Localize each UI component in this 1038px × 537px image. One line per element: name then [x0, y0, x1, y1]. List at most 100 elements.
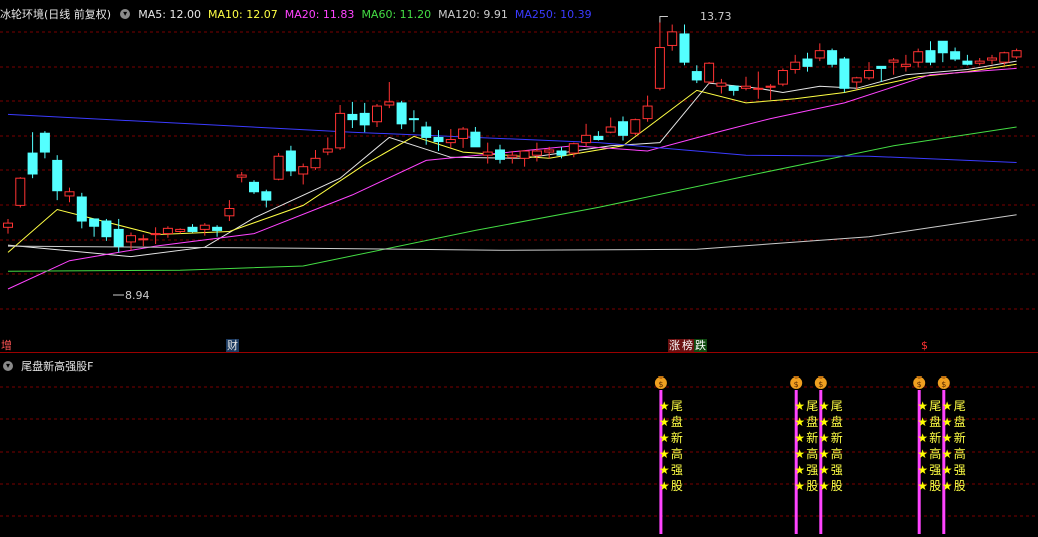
- candle: [224, 200, 235, 222]
- candle-body: [212, 226, 223, 231]
- high-pointer-line: [659, 15, 668, 23]
- candle-body: [408, 118, 419, 121]
- star-icon: ★: [917, 479, 928, 493]
- candle-body: [310, 157, 321, 169]
- candle-body: [150, 233, 161, 236]
- candle: [974, 57, 985, 66]
- candle-body: [470, 131, 481, 148]
- candle-body: [827, 50, 838, 65]
- event-marker-3[interactable]: 榜: [681, 339, 694, 352]
- star-icon: ★: [794, 415, 805, 429]
- event-marker-4[interactable]: 跌: [694, 339, 707, 352]
- candle: [52, 155, 63, 201]
- candle: [126, 232, 136, 251]
- star-icon: ★: [659, 431, 670, 445]
- candle: [716, 78, 727, 94]
- candle-body: [581, 134, 592, 144]
- candle-body: [667, 31, 678, 46]
- candle: [950, 47, 961, 62]
- candle-body: [876, 65, 887, 69]
- candle: [335, 105, 346, 150]
- candle-body: [359, 112, 370, 126]
- candle: [408, 110, 419, 133]
- candle: [39, 131, 50, 159]
- money-bag-icon: $: [913, 376, 926, 389]
- candle-body: [864, 70, 874, 79]
- event-marker-5[interactable]: $: [920, 339, 929, 352]
- candle-body: [1011, 50, 1022, 58]
- candle-body: [162, 227, 173, 235]
- candle: [249, 180, 259, 194]
- candle: [704, 62, 715, 85]
- candle: [347, 101, 358, 129]
- ma-line-ma60: [7, 126, 1017, 272]
- candle-body: [950, 51, 961, 60]
- candle-body: [64, 191, 75, 197]
- candle: [3, 218, 13, 234]
- candle-body: [728, 85, 739, 91]
- signal-char: 盘: [929, 414, 941, 429]
- star-icon: ★: [819, 415, 830, 429]
- candle-body: [839, 58, 850, 89]
- candle: [679, 24, 690, 66]
- candle-body: [175, 228, 186, 232]
- signal-char: 盘: [806, 414, 818, 429]
- money-bag-symbol: $: [941, 380, 946, 389]
- candle-body: [39, 132, 50, 153]
- candle: [273, 153, 284, 181]
- signal-char: 强: [806, 463, 818, 477]
- candle-body: [15, 177, 26, 206]
- candle-body: [249, 181, 259, 193]
- star-icon: ★: [917, 431, 928, 445]
- candle: [642, 95, 653, 122]
- candle: [1011, 48, 1022, 60]
- candle: [150, 227, 161, 245]
- candle: [162, 226, 173, 238]
- signal-char: 高: [929, 446, 941, 461]
- event-marker-1[interactable]: 财: [226, 339, 239, 352]
- signal-char: 强: [671, 463, 683, 477]
- signal-column: $★ 尾★ 盘★ 新★ 高★ 强★ 股: [814, 376, 843, 534]
- candle-body: [630, 119, 641, 134]
- candle: [777, 68, 788, 87]
- candle: [310, 149, 321, 170]
- signal-char: 尾: [954, 399, 966, 413]
- candle-body: [790, 61, 801, 70]
- signal-char: 新: [806, 430, 818, 445]
- candle-body: [987, 57, 997, 61]
- candle: [89, 218, 100, 237]
- candle-body: [605, 126, 616, 133]
- signal-char: 股: [831, 479, 843, 493]
- candle-body: [224, 207, 235, 217]
- candle-body: [482, 151, 493, 156]
- candle: [372, 103, 382, 127]
- low-price-label: 8.94: [125, 289, 150, 302]
- star-icon: ★: [794, 479, 805, 493]
- candle: [495, 144, 505, 164]
- money-bag-icon: $: [654, 376, 667, 389]
- event-marker-0[interactable]: 增: [0, 339, 13, 352]
- star-icon: ★: [917, 447, 928, 461]
- candle-body: [347, 113, 358, 121]
- candle: [667, 24, 678, 51]
- candle: [753, 71, 764, 99]
- event-marker-2[interactable]: 涨: [668, 339, 681, 352]
- candle-body: [89, 218, 100, 227]
- candle-body: [544, 149, 555, 153]
- star-icon: ★: [819, 447, 830, 461]
- signal-char: 股: [671, 479, 683, 493]
- candle-body: [568, 143, 579, 154]
- signal-char: 盘: [954, 414, 966, 429]
- candle: [864, 62, 874, 80]
- candle: [765, 84, 776, 100]
- candle: [27, 132, 38, 179]
- candle: [618, 116, 628, 141]
- candle: [470, 126, 481, 148]
- signal-char: 新: [954, 430, 966, 445]
- candle: [987, 54, 997, 65]
- candle-body: [445, 139, 456, 144]
- signal-char: 股: [929, 479, 941, 493]
- star-icon: ★: [794, 463, 805, 477]
- candle-body: [888, 59, 899, 63]
- star-icon: ★: [819, 479, 830, 493]
